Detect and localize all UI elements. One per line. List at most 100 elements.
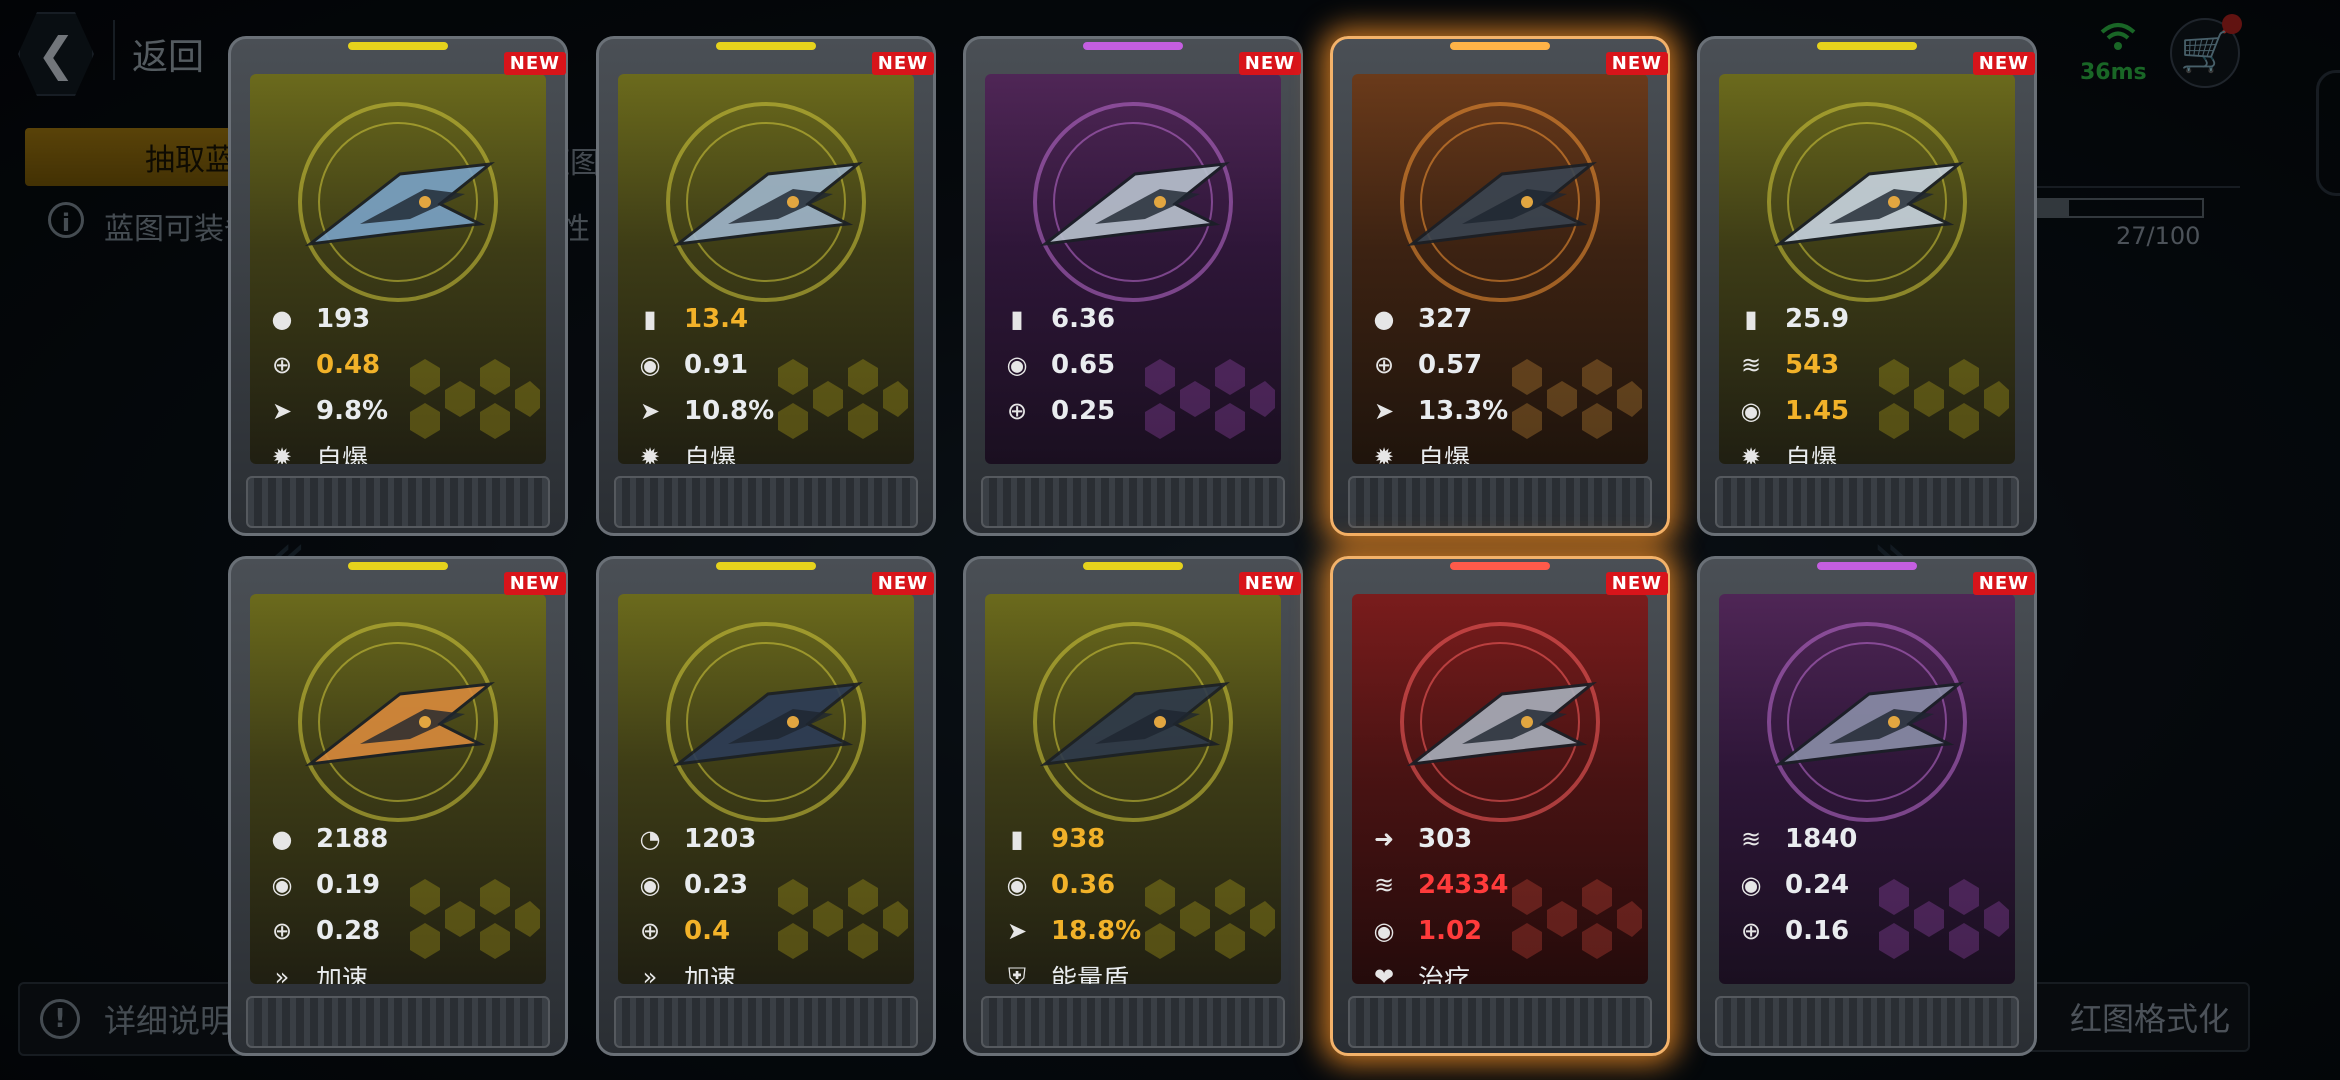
blueprint-card[interactable]: ▮ 25.9 ≋ 543 ◉ 1.45 ✹ 自爆 NEW	[1697, 36, 2037, 536]
stat-value: 1.02	[1418, 916, 1483, 946]
ship-icon	[1039, 681, 1230, 767]
card-panel: ≋ 1840 ◉ 0.24 ⊕ 0.16	[1719, 594, 2015, 984]
stat-value: 0.28	[316, 916, 381, 946]
ship-icon	[1406, 681, 1597, 767]
ship-icon	[304, 161, 495, 247]
rarity-notch	[1083, 42, 1183, 50]
explosion-icon: ✹	[1373, 443, 1395, 464]
spikes-icon: ≋	[1373, 871, 1395, 899]
blueprint-card[interactable]: ▮ 6.36 ◉ 0.65 ⊕ 0.25 NEW	[963, 36, 1303, 536]
new-badge: NEW	[1238, 572, 1301, 595]
heal-icon: ❤	[1373, 963, 1395, 984]
new-badge: NEW	[1972, 572, 2035, 595]
stat-row: ✹ 自爆	[1731, 434, 2001, 464]
stat-list: ●​ 2188 ◉ 0.19 ⊕ 0.28 » 加速	[262, 816, 532, 984]
stat-value: 2188	[316, 824, 389, 854]
new-badge: NEW	[1605, 572, 1668, 595]
target-ring-icon: ◉	[639, 871, 661, 899]
spikes-icon: ≋	[1740, 825, 1762, 853]
stat-row: ➤ 9.8%	[262, 388, 532, 434]
ship-icon	[1406, 161, 1597, 247]
target-ring-icon: ◉	[1740, 397, 1762, 425]
blueprint-card[interactable]: ≋ 1840 ◉ 0.24 ⊕ 0.16 NEW	[1697, 556, 2037, 1056]
card-panel: ◔ 1203 ◉ 0.23 ⊕ 0.4 » 加速	[618, 594, 914, 984]
cluster-icon: ●​	[1373, 305, 1395, 333]
new-badge: NEW	[503, 572, 566, 595]
crosshair-icon: ⊕	[1373, 351, 1395, 379]
stat-row: ◉ 1.02	[1364, 908, 1634, 954]
stat-value: 24334	[1418, 870, 1509, 900]
rarity-notch	[1817, 42, 1917, 50]
rarity-notch	[1450, 42, 1550, 50]
card-base	[246, 476, 550, 528]
card-base	[614, 476, 918, 528]
ship-icon	[304, 681, 495, 767]
card-base	[246, 996, 550, 1048]
stat-value: 13.4	[684, 304, 749, 334]
card-panel: ▮ 25.9 ≋ 543 ◉ 1.45 ✹ 自爆	[1719, 74, 2015, 464]
card-panel: ●​ 2188 ◉ 0.19 ⊕ 0.28 » 加速	[250, 594, 546, 984]
blueprint-card[interactable]: ●​ 193 ⊕ 0.48 ➤ 9.8% ✹ 自爆 NEW	[228, 36, 568, 536]
radar-icon: ◔	[639, 825, 661, 853]
card-panel: ●​ 193 ⊕ 0.48 ➤ 9.8% ✹ 自爆	[250, 74, 546, 464]
blueprint-card[interactable]: ◔ 1203 ◉ 0.23 ⊕ 0.4 » 加速 NEW	[596, 556, 936, 1056]
stat-value: 1203	[684, 824, 757, 854]
stat-row: ⊕ 0.25	[997, 388, 1267, 434]
stat-value: 自爆	[684, 444, 737, 465]
explosion-icon: ✹	[271, 443, 293, 464]
shield-icon: ⛨	[1008, 963, 1026, 984]
stat-value: 0.48	[316, 350, 381, 380]
stat-row: ⊕ 0.28	[262, 908, 532, 954]
ship-icon	[1773, 161, 1964, 247]
stat-row: ✹ 自爆	[262, 434, 532, 464]
rarity-notch	[716, 562, 816, 570]
stat-row: ▮ 25.9	[1731, 296, 2001, 342]
stat-value: 1.45	[1785, 396, 1850, 426]
new-badge: NEW	[1972, 52, 2035, 75]
blueprint-card[interactable]: ▮ 938 ◉ 0.36 ➤ 18.8% ⛨ 能量盾 NEW	[963, 556, 1303, 1056]
stat-row: ●​ 193	[262, 296, 532, 342]
crosshair-icon: ⊕	[1006, 397, 1028, 425]
new-badge: NEW	[871, 52, 934, 75]
stat-value: 加速	[684, 964, 737, 985]
stat-value: 自爆	[1785, 444, 1838, 465]
stat-row: ➤ 18.8%	[997, 908, 1267, 954]
stat-row: ◉ 0.36	[997, 862, 1267, 908]
missile-icon: ➤	[1006, 917, 1028, 945]
rarity-notch	[348, 562, 448, 570]
stat-row: ▮ 13.4	[630, 296, 900, 342]
new-badge: NEW	[871, 572, 934, 595]
ship-icon	[672, 161, 863, 247]
stat-value: 0.57	[1418, 350, 1483, 380]
stat-row: ≋ 1840	[1731, 816, 2001, 862]
ammo-icon: ▮	[1010, 825, 1024, 853]
stat-row: ⊕ 0.48	[262, 342, 532, 388]
stat-value: 自爆	[1418, 444, 1471, 465]
blueprint-card[interactable]: ●​ 327 ⊕ 0.57 ➤ 13.3% ✹ 自爆 NEW	[1330, 36, 1670, 536]
ship-icon	[1773, 681, 1964, 767]
blueprint-card[interactable]: ➜ 303 ≋ 24334 ◉ 1.02 ❤ 治疗 NEW	[1330, 556, 1670, 1056]
stat-row: ⊕ 0.57	[1364, 342, 1634, 388]
missile-icon: ➤	[271, 397, 293, 425]
rarity-notch	[716, 42, 816, 50]
stat-list: ◔ 1203 ◉ 0.23 ⊕ 0.4 » 加速	[630, 816, 900, 984]
stat-list: ●​ 193 ⊕ 0.48 ➤ 9.8% ✹ 自爆	[262, 296, 532, 464]
arrow-icon: ➜	[1373, 825, 1395, 853]
blueprint-card[interactable]: ▮ 13.4 ◉ 0.91 ➤ 10.8% ✹ 自爆 NEW	[596, 36, 936, 536]
blueprint-card[interactable]: ●​ 2188 ◉ 0.19 ⊕ 0.28 » 加速 NEW	[228, 556, 568, 1056]
stat-row: ◔ 1203	[630, 816, 900, 862]
stat-row: ◉ 0.24	[1731, 862, 2001, 908]
stat-value: 0.16	[1785, 916, 1850, 946]
stat-value: 25.9	[1785, 304, 1850, 334]
new-badge: NEW	[1605, 52, 1668, 75]
stat-value: 10.8%	[684, 396, 775, 426]
target-ring-icon: ◉	[1006, 351, 1028, 379]
stat-row: ▮ 6.36	[997, 296, 1267, 342]
card-panel: ▮ 938 ◉ 0.36 ➤ 18.8% ⛨ 能量盾	[985, 594, 1281, 984]
stat-list: ●​ 327 ⊕ 0.57 ➤ 13.3% ✹ 自爆	[1364, 296, 1634, 464]
card-base	[1715, 996, 2019, 1048]
stat-row: » 加速	[630, 954, 900, 984]
stat-row: ❤ 治疗	[1364, 954, 1634, 984]
stat-list: ▮ 25.9 ≋ 543 ◉ 1.45 ✹ 自爆	[1731, 296, 2001, 464]
spikes-icon: ≋	[1740, 351, 1762, 379]
